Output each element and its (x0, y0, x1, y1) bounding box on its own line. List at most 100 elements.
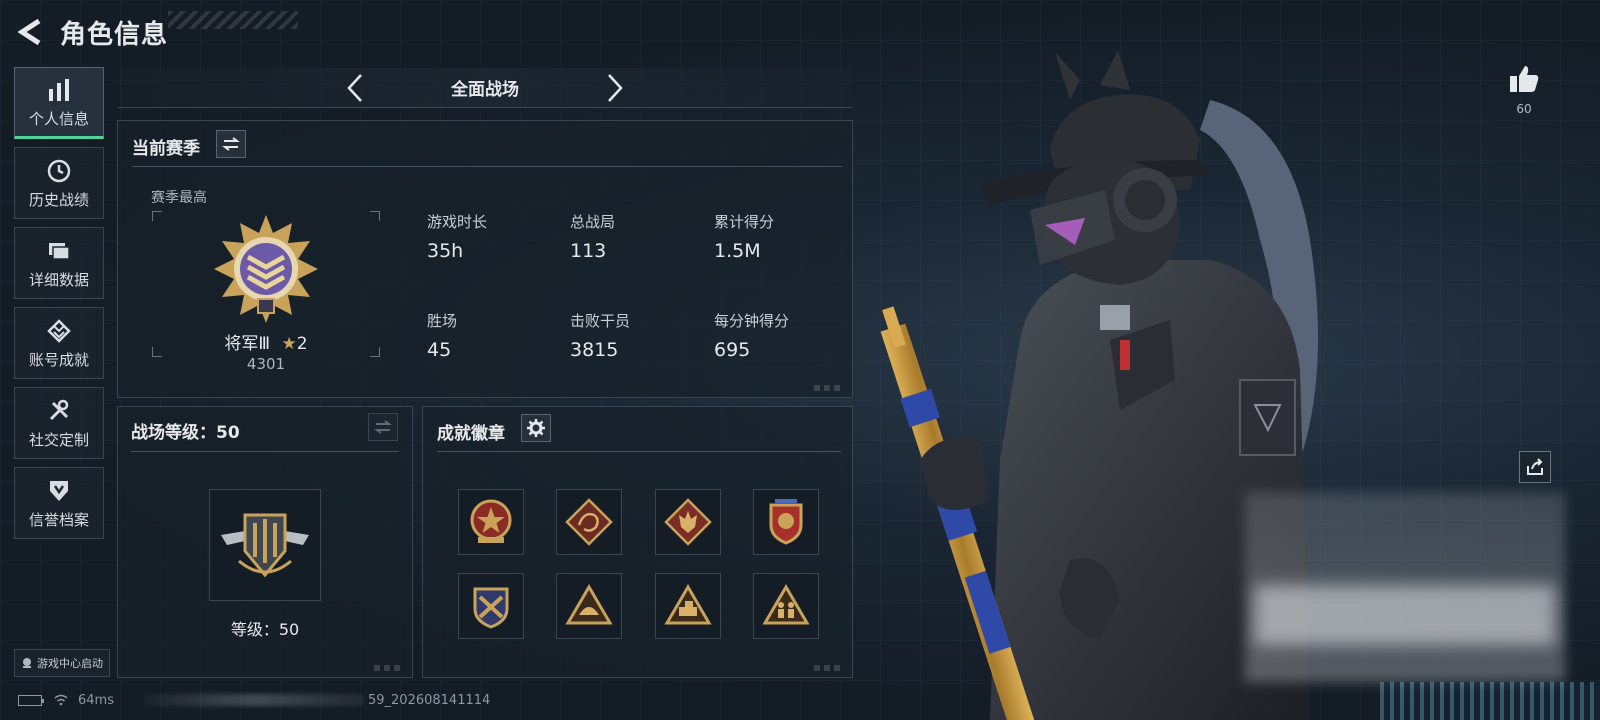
divider (437, 451, 841, 452)
stat-label: 游戏时长 (427, 213, 488, 231)
rank-score: 4301 (246, 355, 286, 373)
redacted-id (143, 694, 364, 706)
page-header: 角色信息 (14, 12, 168, 52)
stat-label: 累计得分 (714, 213, 775, 231)
sidebar-item-label: 社交定制 (28, 430, 89, 449)
badge-shield-eagle[interactable] (753, 489, 819, 555)
blurred-overlay-highlight (1255, 585, 1555, 645)
credit-shield-icon (45, 477, 73, 505)
divider (132, 166, 842, 167)
background-neon-strip (1380, 682, 1600, 720)
soldiers-badge-icon (762, 584, 810, 625)
level-emblem-icon (221, 513, 309, 578)
tools-icon (45, 397, 73, 425)
wolf-badge-icon (664, 498, 712, 546)
badge-triangle-tank[interactable] (655, 573, 721, 639)
swap-icon (374, 420, 392, 434)
share-button[interactable] (1519, 451, 1551, 483)
stat-total-score: 累计得分 1.5M (714, 211, 774, 262)
stat-value: 695 (714, 339, 751, 361)
sidebar-item-personal-info[interactable]: 个人信息 (14, 67, 104, 139)
sidebar-item-label: 个人信息 (28, 109, 89, 128)
badge-triangle-helmet[interactable] (556, 573, 622, 639)
badge-wolf[interactable] (655, 489, 721, 555)
level-switch-button[interactable] (368, 413, 398, 441)
chevron-left-icon (347, 73, 362, 102)
sidebar-item-achievements[interactable]: 账号成就 (14, 307, 104, 379)
status-bar: 64ms 59_202608141114 (18, 690, 490, 710)
season-switch-button[interactable] (216, 130, 246, 158)
wifi-icon (54, 694, 68, 706)
back-button[interactable] (14, 16, 46, 48)
stat-kills: 击败干员 3815 (570, 310, 630, 361)
rank-name: 将军Ⅲ (224, 334, 271, 354)
sidebar-item-label: 账号成就 (28, 350, 89, 369)
panel-corner-decoration (374, 665, 404, 671)
rank-emblem-icon (214, 215, 318, 323)
stat-score-per-minute: 每分钟得分 695 (714, 310, 789, 361)
level-emblem (209, 489, 321, 601)
shield-badge-icon (769, 499, 803, 545)
ping-text: 64ms (78, 692, 114, 708)
next-mode-button[interactable] (600, 71, 630, 105)
mode-switcher: 全面战场 (118, 68, 852, 108)
like-count: 60 (1516, 102, 1532, 116)
stat-total-matches: 总战局 113 (570, 211, 615, 262)
stat-label: 总战局 (570, 213, 616, 231)
game-center-launch-button[interactable]: 游戏中心启动 (14, 649, 110, 677)
stat-play-time: 游戏时长 35h (427, 211, 487, 262)
stat-value: 113 (570, 240, 607, 262)
stat-label: 胜场 (427, 312, 458, 330)
sidebar-item-label: 信誉档案 (28, 510, 89, 529)
sidebar: 个人信息 历史战绩 详细数据 账号成就 社交定制 信誉档案 (14, 67, 106, 547)
swap-icon (222, 137, 240, 151)
sidebar-item-history[interactable]: 历史战绩 (14, 147, 104, 219)
tank-badge-icon (664, 584, 712, 625)
thumbs-up-icon (1510, 66, 1539, 92)
share-icon (1527, 458, 1543, 475)
build-text: 59_202608141114 (367, 692, 491, 708)
stat-label: 击败干员 (570, 312, 631, 330)
like-button[interactable]: 60 (1506, 64, 1542, 116)
season-panel: 当前赛季 赛季最高 将军Ⅲ ★2 4301 游戏时长 35h 总战局 113 累… (117, 120, 853, 398)
panel-corner-decoration (814, 665, 844, 671)
sidebar-item-details[interactable]: 详细数据 (14, 227, 104, 299)
sidebar-item-label: 历史战绩 (28, 190, 89, 209)
badge-crossed-shield[interactable] (458, 573, 524, 639)
achievement-badge-panel: 成就徽章 (422, 406, 853, 678)
title-decoration (168, 11, 298, 29)
game-center-icon (23, 658, 31, 668)
level-text: 等级：50 (230, 620, 300, 639)
history-clock-icon (45, 157, 73, 185)
season-title: 当前赛季 (132, 139, 200, 159)
crossed-shield-badge-icon (473, 587, 509, 629)
badge-triangle-soldiers[interactable] (753, 573, 819, 639)
stat-value: 35h (427, 240, 464, 262)
folder-icon (45, 237, 73, 265)
battlefield-level-panel: 战场等级：50 等级：50 (117, 406, 413, 678)
badge-dragon[interactable] (556, 489, 622, 555)
chevron-right-icon (608, 73, 623, 102)
gear-icon (527, 419, 545, 437)
badge-title: 成就徽章 (437, 424, 505, 444)
stat-value: 3815 (570, 339, 619, 361)
divider (131, 451, 399, 452)
star-icon: ★ (281, 334, 297, 354)
achievement-icon (45, 317, 73, 345)
badge-settings-button[interactable] (521, 414, 551, 442)
rank-stars: 2 (296, 334, 308, 354)
current-mode: 全面战场 (451, 80, 519, 100)
sidebar-item-social-custom[interactable]: 社交定制 (14, 387, 104, 459)
stat-value: 1.5M (714, 240, 761, 262)
badge-star-emblem[interactable] (458, 489, 524, 555)
panel-corner-decoration (814, 385, 844, 391)
season-best-label: 赛季最高 (151, 190, 207, 206)
rank-name-row: 将军Ⅲ ★2 (152, 329, 380, 354)
sidebar-item-credit[interactable]: 信誉档案 (14, 467, 104, 539)
stat-value: 45 (427, 339, 452, 361)
dragon-badge-icon (565, 498, 613, 546)
prev-mode-button[interactable] (340, 71, 370, 105)
helmet-badge-icon (565, 584, 613, 625)
stat-wins: 胜场 45 (427, 310, 457, 361)
stat-label: 每分钟得分 (714, 312, 790, 330)
